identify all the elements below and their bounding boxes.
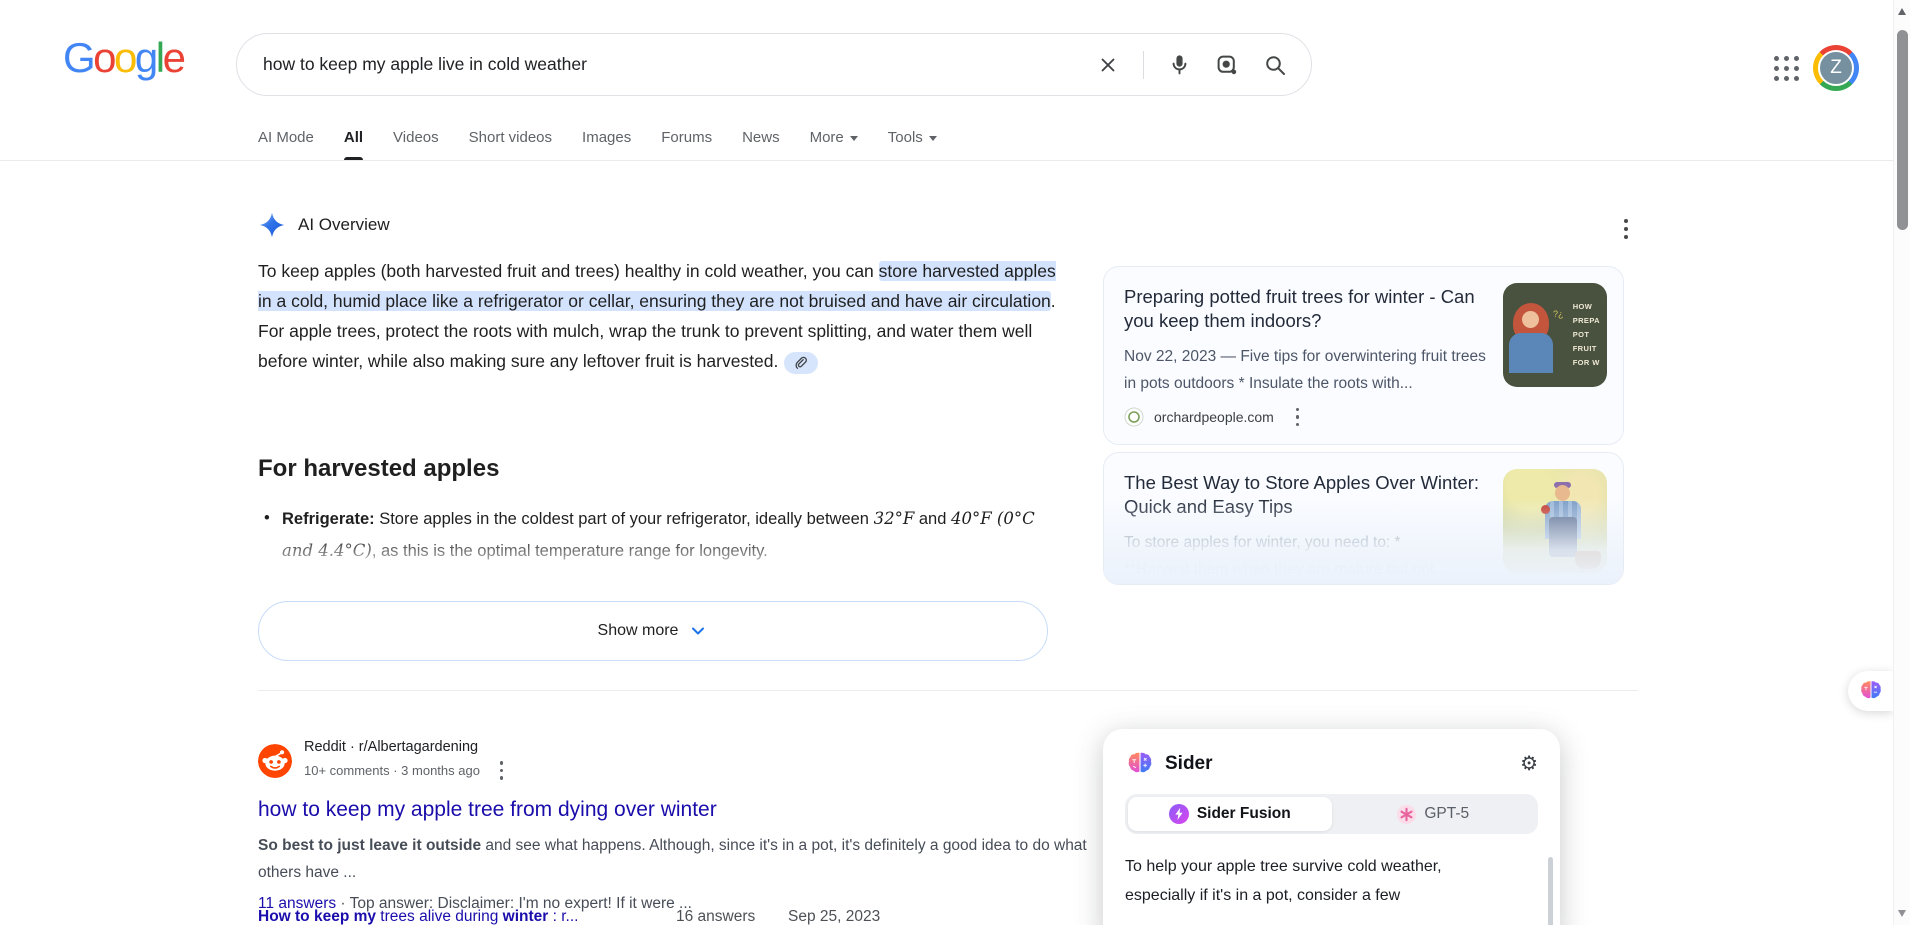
citation-link-chip[interactable] bbox=[784, 352, 818, 374]
search-submit-icon[interactable] bbox=[1263, 53, 1287, 77]
tab-all[interactable]: All bbox=[344, 129, 363, 160]
result-source[interactable]: Reddit · r/Albertagardening bbox=[304, 738, 507, 757]
show-more-label: Show more bbox=[598, 622, 679, 640]
logo-letter: l bbox=[156, 34, 163, 82]
bullet-label: Refrigerate: bbox=[282, 510, 375, 528]
source-card-snippet-faded: **Harvest them when they are mature but … bbox=[1124, 561, 1447, 578]
source-card-title[interactable]: Preparing potted fruit trees for winter … bbox=[1124, 285, 1489, 333]
voice-search-icon[interactable] bbox=[1168, 53, 1191, 76]
tab-tools[interactable]: Tools bbox=[888, 129, 937, 160]
card-menu-icon[interactable] bbox=[1292, 404, 1304, 431]
sider-extension-panel: Sider ⚙ Sider Fusion GPT-5 bbox=[1103, 729, 1560, 925]
source-card-title[interactable]: The Best Way to Store Apples Over Winter… bbox=[1124, 471, 1489, 519]
sub-result-answers: 16 answers bbox=[676, 908, 755, 925]
bullet-marker: • bbox=[264, 503, 270, 534]
avatar-letter: Z bbox=[1818, 50, 1854, 86]
sub-result-link[interactable]: How to keep my trees alive during winter… bbox=[258, 908, 578, 925]
result-snippet: So best to just leave it outside and see… bbox=[258, 832, 1090, 886]
show-more-button[interactable]: Show more bbox=[258, 601, 1048, 661]
ai-overview-menu-icon[interactable] bbox=[1620, 215, 1632, 243]
paragraph-text: To keep apples (both harvested fruit and… bbox=[258, 261, 879, 281]
thumbnail-caption: How Prepa Pot Fruit For w bbox=[1573, 300, 1600, 370]
search-input[interactable]: how to keep my apple live in cold weathe… bbox=[263, 54, 1097, 75]
result-filter-tabs: AI Mode All Videos Short videos Images F… bbox=[258, 129, 937, 160]
lens-camera-icon[interactable] bbox=[1215, 53, 1239, 77]
result-title-link[interactable]: how to keep my apple tree from dying ove… bbox=[258, 798, 717, 822]
source-card[interactable]: The Best Way to Store Apples Over Winter… bbox=[1103, 452, 1624, 585]
logo-letter: g bbox=[135, 34, 156, 82]
temperature-value: 40°F bbox=[951, 509, 992, 528]
tab-short-videos[interactable]: Short videos bbox=[469, 129, 552, 160]
search-divider bbox=[1143, 51, 1144, 79]
chevron-down-icon bbox=[850, 136, 858, 141]
tab-images[interactable]: Images bbox=[582, 129, 631, 160]
ai-bullet-item: • Refrigerate: Store apples in the colde… bbox=[258, 503, 1058, 595]
sider-brain-logo-icon bbox=[1858, 678, 1884, 704]
account-avatar[interactable]: Z bbox=[1813, 45, 1859, 91]
search-header: Google how to keep my apple live in cold… bbox=[0, 0, 1893, 161]
tab-news[interactable]: News bbox=[742, 129, 780, 160]
chevron-down-icon bbox=[929, 136, 937, 141]
tab-videos[interactable]: Videos bbox=[393, 129, 439, 160]
organic-result: Reddit · r/Albertagardening 10+ comments… bbox=[258, 738, 1108, 913]
fusion-bolt-icon bbox=[1169, 804, 1189, 824]
paperclip-icon bbox=[794, 356, 808, 370]
ai-sparkle-icon bbox=[258, 211, 286, 239]
tab-forums[interactable]: Forums bbox=[661, 129, 712, 160]
source-card-thumbnail: ?¿ How Prepa Pot Fruit For w bbox=[1503, 283, 1607, 387]
source-domain[interactable]: orchardpeople.com bbox=[1154, 409, 1274, 425]
sider-brain-logo-icon bbox=[1125, 749, 1155, 779]
search-box[interactable]: how to keep my apple live in cold weathe… bbox=[236, 33, 1312, 96]
google-search-page: Google how to keep my apple live in cold… bbox=[0, 0, 1910, 925]
ai-overview-title: AI Overview bbox=[298, 215, 390, 235]
tab-ai-mode[interactable]: AI Mode bbox=[258, 129, 314, 160]
tab-more[interactable]: More bbox=[810, 129, 858, 160]
source-card-snippet: To store apples for winter, you need to:… bbox=[1124, 534, 1401, 551]
ai-section-heading: For harvested apples bbox=[258, 455, 499, 483]
sider-title: Sider bbox=[1165, 753, 1510, 775]
scroll-up-arrow-icon[interactable] bbox=[1898, 8, 1906, 15]
logo-letter: e bbox=[163, 34, 184, 82]
clear-search-icon[interactable] bbox=[1097, 54, 1119, 76]
result-menu-icon[interactable] bbox=[496, 757, 508, 784]
gpt-flower-icon bbox=[1397, 805, 1416, 824]
sider-panel-scrollbar[interactable] bbox=[1548, 857, 1553, 925]
source-card-thumbnail bbox=[1503, 469, 1607, 573]
google-logo[interactable]: Google bbox=[63, 34, 183, 82]
chevron-down-icon bbox=[688, 621, 708, 641]
reddit-favicon[interactable] bbox=[258, 744, 292, 778]
section-divider bbox=[258, 690, 1638, 691]
scroll-down-arrow-icon[interactable] bbox=[1898, 910, 1906, 917]
sub-result-date: Sep 25, 2023 bbox=[788, 908, 880, 925]
logo-letter: G bbox=[63, 34, 93, 82]
settings-gear-icon[interactable]: ⚙ bbox=[1520, 754, 1538, 774]
google-apps-icon[interactable] bbox=[1774, 56, 1800, 82]
ai-overview-paragraph: To keep apples (both harvested fruit and… bbox=[258, 256, 1058, 376]
site-favicon bbox=[1124, 407, 1144, 427]
ai-overview-header: AI Overview bbox=[258, 211, 390, 239]
logo-letter: o bbox=[93, 34, 114, 82]
scrollbar-thumb[interactable] bbox=[1897, 30, 1908, 230]
tab-sider-fusion[interactable]: Sider Fusion bbox=[1128, 797, 1332, 831]
sider-floating-button[interactable] bbox=[1848, 671, 1893, 711]
sider-model-tabs: Sider Fusion GPT-5 bbox=[1125, 794, 1538, 834]
source-card-snippet: Nov 22, 2023 — Five tips for overwinteri… bbox=[1124, 343, 1494, 397]
logo-letter: o bbox=[114, 34, 135, 82]
result-meta: 10+ comments · 3 months ago bbox=[304, 762, 480, 779]
sider-answer-text: To help your apple tree survive cold wea… bbox=[1125, 852, 1538, 910]
source-card[interactable]: Preparing potted fruit trees for winter … bbox=[1103, 266, 1624, 445]
tab-gpt-5[interactable]: GPT-5 bbox=[1332, 797, 1536, 831]
page-scrollbar[interactable] bbox=[1893, 0, 1910, 925]
temperature-value: 32°F bbox=[874, 509, 915, 528]
